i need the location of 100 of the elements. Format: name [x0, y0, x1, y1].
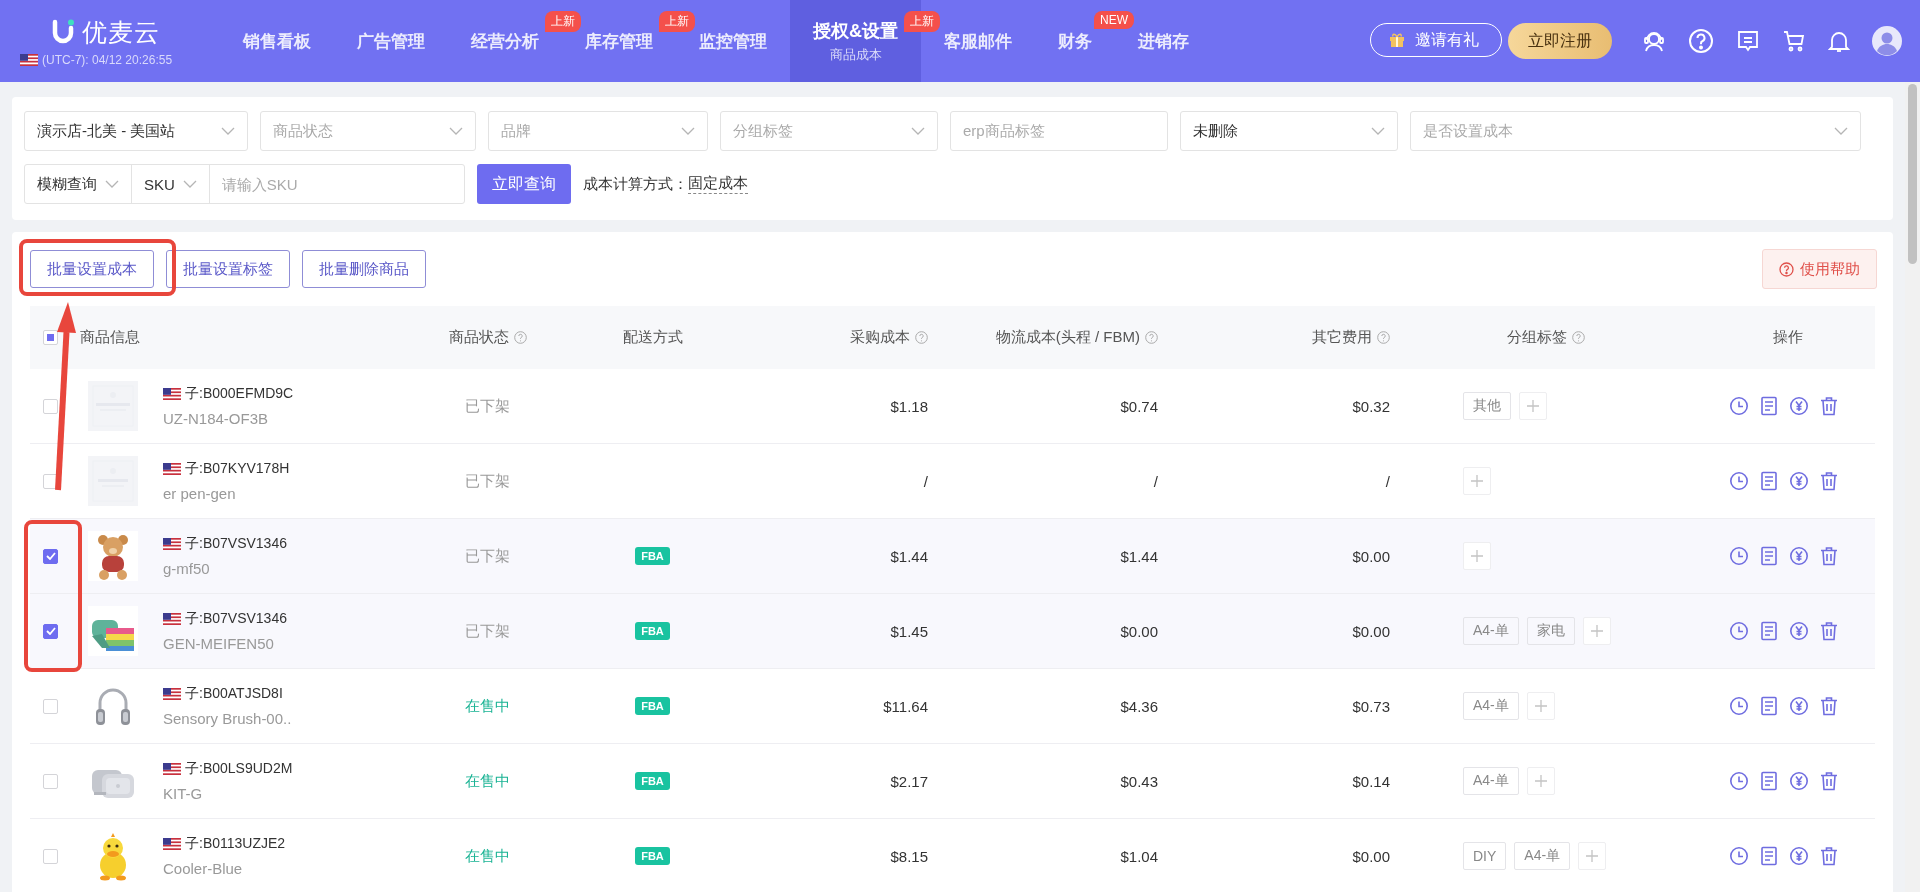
column-header: 商品状态	[448, 328, 509, 347]
table-cell: $8.15	[890, 847, 928, 865]
avatar-icon[interactable]	[1872, 26, 1902, 56]
trash-icon[interactable]	[1820, 546, 1838, 566]
plus-icon	[1534, 700, 1547, 712]
clock-icon[interactable]	[1729, 696, 1749, 716]
scrollbar-thumb[interactable]	[1908, 84, 1917, 264]
yen-icon[interactable]	[1789, 621, 1809, 641]
column-header: 其它费用	[1312, 328, 1372, 347]
document-icon[interactable]	[1760, 696, 1778, 716]
help-button[interactable]: 使用帮助	[1762, 249, 1877, 289]
yen-icon[interactable]	[1789, 771, 1809, 791]
clock-icon[interactable]	[1729, 846, 1749, 866]
select-field[interactable]: 未删除	[1180, 111, 1398, 151]
select-field[interactable]: 是否设置成本	[1410, 111, 1861, 151]
document-icon[interactable]	[1760, 771, 1778, 791]
register-button[interactable]: 立即注册	[1508, 23, 1612, 59]
column-header: 商品信息	[80, 328, 140, 347]
document-icon[interactable]	[1760, 396, 1778, 416]
query-button[interactable]: 立即查询	[476, 164, 571, 204]
sku-input[interactable]: 请输入SKU	[209, 166, 464, 202]
fba-badge: FBA	[635, 622, 670, 640]
status-text: 已下架	[465, 621, 510, 641]
clock-icon[interactable]	[1729, 546, 1749, 566]
trash-icon[interactable]	[1820, 621, 1838, 641]
yen-icon[interactable]	[1789, 546, 1809, 566]
tag-chip[interactable]: A4-单	[1463, 617, 1519, 645]
select-field[interactable]: erp商品标签	[950, 111, 1168, 151]
clock-icon[interactable]	[1729, 396, 1749, 416]
document-icon[interactable]	[1760, 846, 1778, 866]
table-cell: $1.45	[890, 622, 928, 640]
cart-icon[interactable]	[1782, 29, 1806, 53]
match-mode-select[interactable]: 模糊查询	[24, 164, 132, 204]
support-icon[interactable]	[1642, 29, 1666, 53]
nav-tab[interactable]: 库存管理	[585, 29, 653, 53]
yen-icon[interactable]	[1789, 396, 1809, 416]
tag-chip[interactable]: A4-单	[1514, 842, 1571, 870]
yen-icon[interactable]	[1789, 846, 1809, 866]
table-cell: $1.44	[890, 547, 928, 565]
trash-icon[interactable]	[1820, 846, 1838, 866]
trash-icon[interactable]	[1820, 696, 1838, 716]
nav-tab[interactable]: 销售看板	[243, 29, 311, 53]
document-icon[interactable]	[1760, 546, 1778, 566]
table-cell: $0.00	[1352, 847, 1390, 865]
search-field-select[interactable]: SKU	[131, 164, 210, 204]
checkbox[interactable]	[43, 623, 58, 639]
document-icon[interactable]	[1760, 471, 1778, 491]
scrollbar[interactable]	[1905, 82, 1920, 892]
select-field[interactable]: 分组标签	[720, 111, 938, 151]
nav-tab[interactable]: 财务	[1058, 29, 1092, 53]
table-cell: $1.04	[1120, 847, 1158, 865]
column-header: 采购成本	[850, 328, 910, 347]
plus-icon	[1586, 850, 1599, 862]
bulk-action-button[interactable]: 批量设置标签	[166, 250, 290, 288]
tag-chip[interactable]: 家电	[1526, 617, 1575, 645]
fba-badge: FBA	[635, 697, 670, 715]
bell-icon[interactable]	[1828, 29, 1850, 53]
bulk-action-button[interactable]: 批量设置成本	[30, 250, 154, 288]
status-text: 在售中	[465, 846, 510, 866]
chevron-icon	[182, 180, 197, 188]
select-field[interactable]: 演示店-北美 - 美国站	[24, 111, 248, 151]
yen-icon[interactable]	[1789, 696, 1809, 716]
message-icon[interactable]	[1736, 29, 1760, 53]
trash-icon[interactable]	[1820, 396, 1838, 416]
chevron-icon	[681, 127, 695, 135]
table-cell: $0.14	[1352, 772, 1390, 790]
table-cell: $0.00	[1352, 622, 1390, 640]
help-icon	[1779, 261, 1794, 277]
select-field[interactable]: 商品状态	[260, 111, 476, 151]
select-field[interactable]: 品牌	[488, 111, 708, 151]
clock-icon[interactable]	[1729, 771, 1749, 791]
nav-tab[interactable]: 进销存	[1138, 29, 1189, 53]
column-header: 物流成本(头程 / FBM)	[995, 328, 1140, 347]
nav-tab[interactable]: 广告管理	[357, 29, 425, 53]
document-icon[interactable]	[1760, 621, 1778, 641]
bulk-action-button[interactable]: 批量删除商品	[302, 250, 426, 288]
tag-chip[interactable]: A4-单	[1463, 692, 1519, 720]
tag-chip[interactable]: DIY	[1463, 842, 1507, 870]
chevron-icon	[911, 127, 925, 135]
checkbox[interactable]	[43, 548, 58, 564]
table-cell: $11.64	[883, 697, 928, 715]
clock-icon[interactable]	[1729, 621, 1749, 641]
flag-icon	[20, 53, 38, 66]
table-cell: $1.18	[890, 397, 928, 415]
table-cell: $0.00	[1120, 622, 1158, 640]
cost-method-link[interactable]: 固定成本	[687, 174, 748, 194]
nav-tab[interactable]: 客服邮件	[944, 29, 1012, 53]
chevron-icon	[1834, 127, 1848, 135]
asin-text: 子:B07KYV178H	[185, 460, 290, 478]
column-header: 配送方式	[622, 328, 683, 347]
clock-icon[interactable]	[1729, 471, 1749, 491]
trash-icon[interactable]	[1820, 471, 1838, 491]
nav-tab[interactable]: 经营分析	[471, 29, 539, 53]
nav-tab[interactable]: 授权&设置 商品成本	[813, 18, 898, 64]
tag-chip[interactable]: 其他	[1463, 392, 1511, 420]
tag-chip[interactable]: A4-单	[1463, 767, 1519, 795]
table-cell: $0.00	[1352, 547, 1390, 565]
nav-tab[interactable]: 监控管理	[699, 29, 767, 53]
yen-icon[interactable]	[1789, 471, 1809, 491]
trash-icon[interactable]	[1820, 771, 1838, 791]
